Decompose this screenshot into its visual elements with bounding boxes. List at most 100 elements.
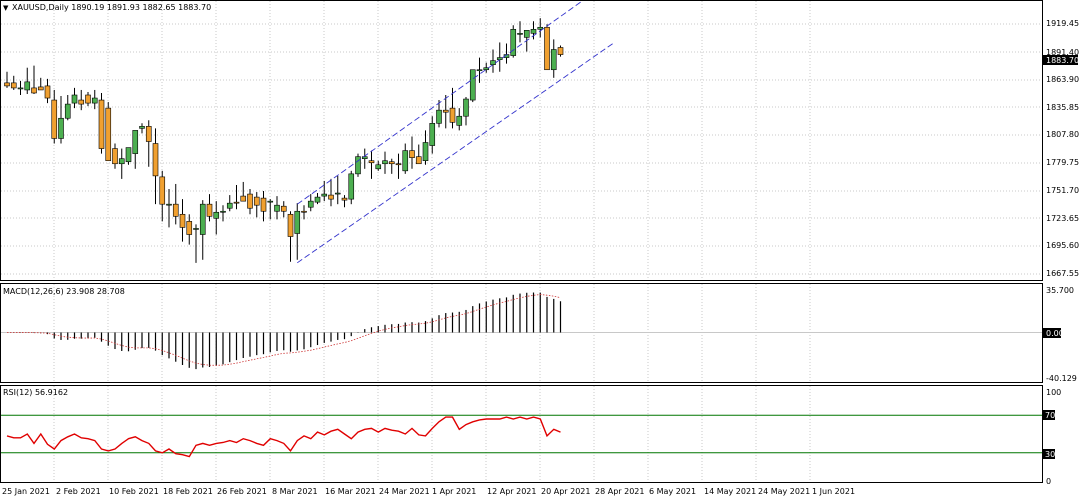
candle-body [247, 193, 253, 209]
candle-body [550, 49, 557, 71]
x-axis-label: 18 Feb 2021 [163, 487, 213, 496]
chart-canvas: ▼ XAUUSD,Daily 1890.19 1891.93 1882.65 1… [0, 0, 1080, 498]
rsi-tick: 100 [1046, 388, 1061, 397]
candle-body [301, 210, 307, 213]
candle-body [132, 130, 139, 154]
candle-body [186, 221, 193, 235]
candle-body [544, 26, 550, 71]
candle-body [226, 202, 233, 209]
candle-body [166, 203, 172, 206]
rsi-70-label: 70 [1045, 411, 1055, 420]
candle-body [294, 210, 301, 234]
rsi-30-label: 30 [1045, 450, 1055, 459]
candle-body [456, 115, 463, 126]
candle-body [415, 156, 422, 165]
candle-body [557, 47, 564, 55]
candle-body [328, 194, 334, 200]
candle-body [388, 161, 395, 165]
candle-body [341, 197, 348, 201]
candle-body [145, 126, 152, 142]
x-axis-label: 20 Apr 2021 [541, 487, 590, 496]
candle-body [44, 85, 51, 99]
candle-body [10, 82, 17, 89]
candle-body [260, 197, 267, 212]
x-axis-label: 28 Apr 2021 [595, 487, 644, 496]
candle-body [233, 201, 240, 204]
rsi-label: RSI(12) 56.9162 [3, 388, 68, 397]
candle-body [159, 176, 166, 205]
candle-body [348, 173, 355, 200]
candle-body [476, 69, 483, 72]
candle-body [193, 228, 199, 230]
candle-body [4, 82, 10, 87]
chart-title: XAUUSD,Daily 1890.19 1891.93 1882.65 188… [12, 3, 211, 12]
candle-body [139, 126, 145, 129]
price-tick: 1807.80 [1046, 130, 1079, 139]
candle-body [274, 204, 280, 212]
candle-body [409, 150, 415, 158]
candle-body [530, 28, 537, 34]
candle-body [490, 60, 496, 65]
price-tick: 1779.75 [1046, 158, 1079, 167]
candle-body [361, 156, 368, 159]
x-axis-label: 1 Jun 2021 [812, 487, 855, 496]
candle-body [85, 94, 91, 104]
x-axis-label: 10 Feb 2021 [109, 487, 159, 496]
x-axis-label: 16 Mar 2021 [325, 487, 376, 496]
candle-body [199, 203, 206, 235]
macd-tick: 35.700 [1046, 286, 1074, 295]
candle-body [172, 203, 179, 217]
candle-body [395, 163, 402, 166]
price-tick: 1723.65 [1046, 214, 1079, 223]
rsi-tick: 0 [1046, 477, 1051, 486]
candle-body [287, 213, 294, 237]
candle-body [112, 148, 118, 165]
candle-body [78, 99, 85, 105]
candle-body [402, 150, 409, 172]
candle-body [98, 99, 105, 149]
price-tick: 1919.45 [1046, 19, 1079, 28]
x-axis-label: 26 Feb 2021 [217, 487, 267, 496]
price-tick: 1835.85 [1046, 103, 1079, 112]
x-axis-label: 6 May 2021 [649, 487, 696, 496]
x-axis-label: 8 Mar 2021 [272, 487, 318, 496]
candle-body [463, 98, 469, 117]
candle-body [71, 94, 78, 104]
candle-body [91, 97, 98, 104]
candle-body [307, 200, 314, 208]
macd-tick: -40.129 [1046, 374, 1077, 383]
candle-body [382, 160, 388, 165]
candle-body [179, 213, 186, 228]
candle-body [152, 143, 159, 177]
candle-body [321, 193, 328, 197]
candle-body [213, 211, 220, 219]
candle-body [517, 33, 523, 35]
candle-body [118, 158, 125, 165]
candle-body [422, 142, 429, 162]
candle-body [537, 26, 544, 30]
candle-body [125, 147, 132, 163]
candle-body [449, 107, 456, 123]
price-tick: 1695.60 [1046, 241, 1079, 250]
chart-title-marker-icon: ▼ [3, 4, 9, 12]
candle-body [206, 203, 213, 217]
candle-body [64, 103, 71, 119]
x-axis-label: 24 May 2021 [758, 487, 810, 496]
candle-body [375, 164, 382, 170]
candle-body [37, 86, 44, 91]
x-axis-label: 24 Mar 2021 [379, 487, 430, 496]
candle-body [240, 195, 247, 202]
x-axis-label: 12 Apr 2021 [487, 487, 536, 496]
candle-body [280, 205, 287, 212]
candle-body [469, 69, 476, 101]
candle-body [429, 123, 436, 146]
candle-body [436, 109, 442, 124]
candle-body [51, 99, 58, 139]
current-price-label: 1883.70 [1046, 56, 1079, 65]
price-tick: 1751.70 [1046, 186, 1079, 195]
candle-body [31, 87, 37, 94]
x-axis-label: 25 Jan 2021 [2, 487, 50, 496]
candle-body [24, 81, 31, 91]
price-tick: 1863.90 [1046, 75, 1079, 84]
candle-body [368, 160, 375, 164]
